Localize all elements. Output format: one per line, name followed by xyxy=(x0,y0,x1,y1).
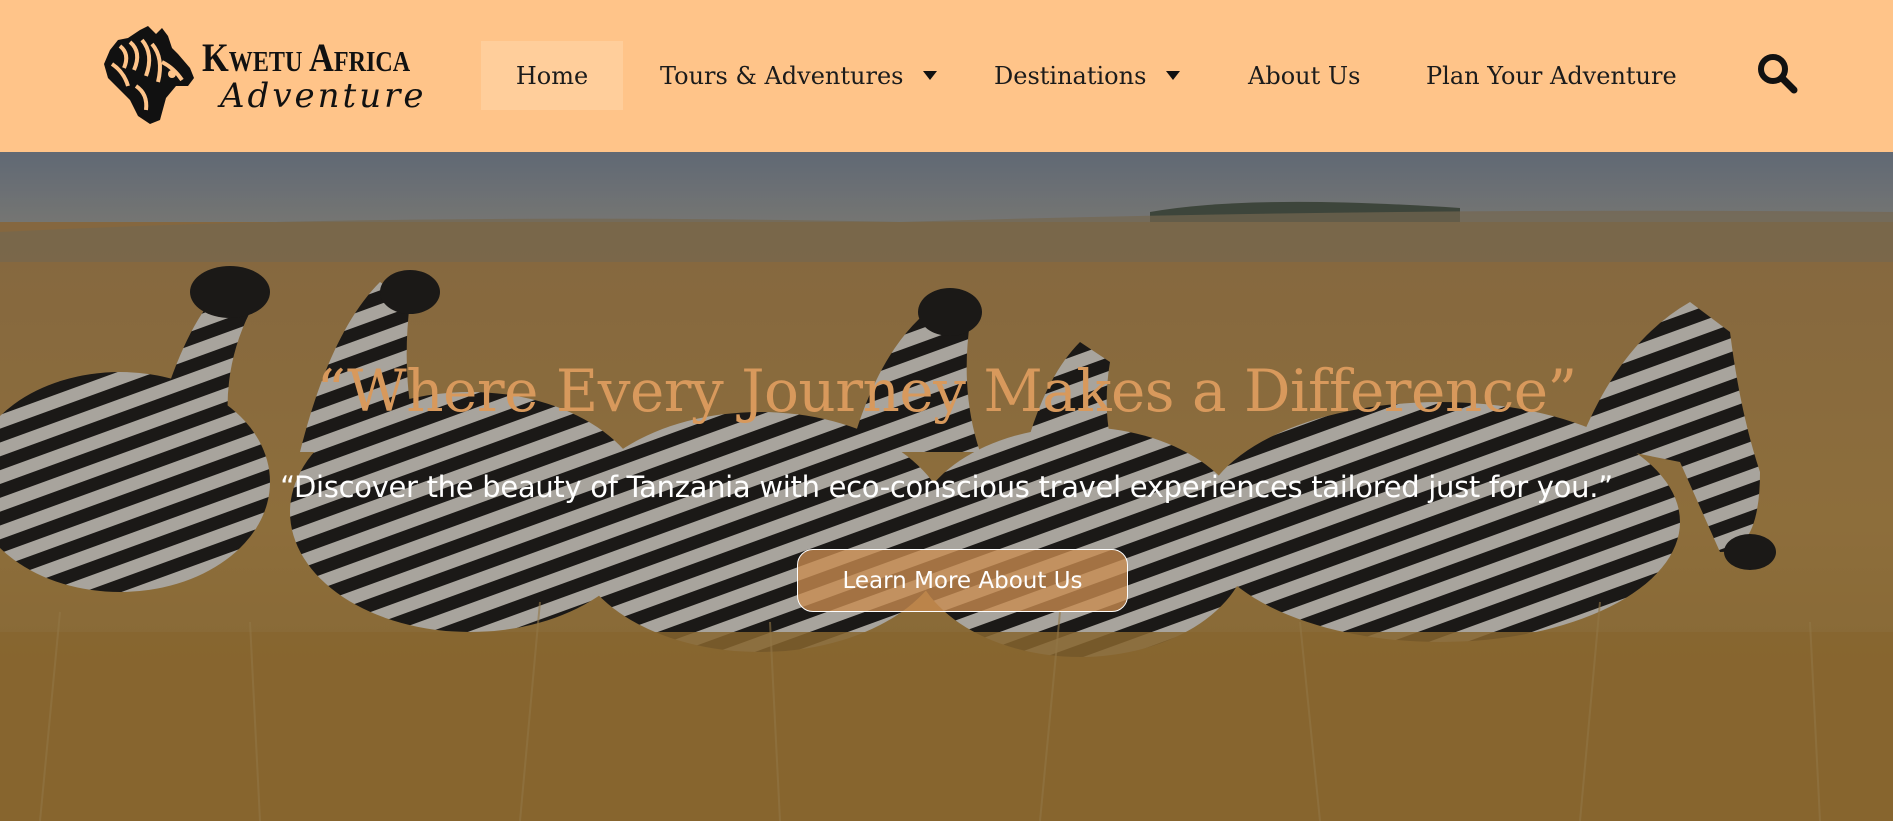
caret-down-icon xyxy=(1166,71,1181,80)
nav-item-destinations[interactable]: Destinations xyxy=(994,41,1181,110)
learn-more-button[interactable]: Learn More About Us xyxy=(797,549,1128,612)
search-icon[interactable] xyxy=(1756,52,1798,94)
brand-name: Kwetu Africa xyxy=(202,35,411,80)
hero-subtitle: “Discover the beauty of Tanzania with ec… xyxy=(280,470,1613,504)
nav-item-home[interactable]: Home xyxy=(481,41,623,110)
nav-item-tours-adventures[interactable]: Tours & Adventures xyxy=(660,41,938,110)
nav-item-label: Tours & Adventures xyxy=(660,61,904,90)
brand-logo[interactable]: Kwetu Africa Adventure xyxy=(102,24,423,126)
caret-down-icon xyxy=(923,71,938,80)
nav-item-about-us[interactable]: About Us xyxy=(1248,41,1360,110)
nav-item-label: About Us xyxy=(1248,61,1361,90)
nav-item-plan-your-adventure[interactable]: Plan Your Adventure xyxy=(1426,41,1677,110)
hero-title: “Where Every Journey Makes a Difference” xyxy=(316,357,1577,425)
nav-item-label: Home xyxy=(515,61,589,90)
site-header: Kwetu Africa Adventure Home Tours & Adve… xyxy=(0,0,1893,152)
nav-item-label: Destinations xyxy=(994,61,1147,90)
nav-item-label: Plan Your Adventure xyxy=(1426,61,1677,90)
brand-tagline: Adventure xyxy=(220,76,427,116)
hero-section: “Where Every Journey Makes a Difference”… xyxy=(0,152,1893,821)
zebra-head-icon xyxy=(104,26,194,124)
